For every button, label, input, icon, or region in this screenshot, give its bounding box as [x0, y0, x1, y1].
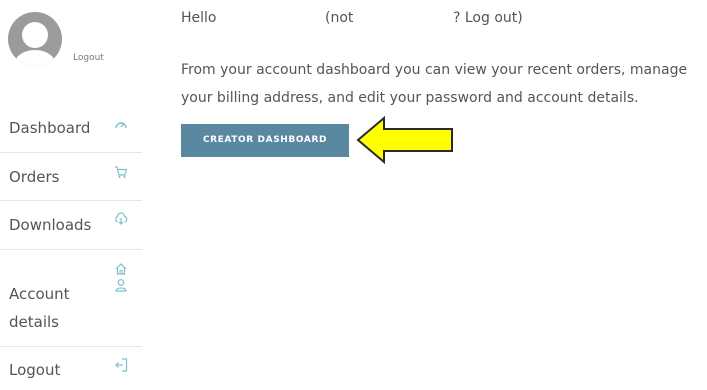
- sidebar-item-logout[interactable]: Logout: [0, 346, 142, 390]
- avatar-logout-link[interactable]: Logout: [73, 53, 104, 63]
- dashboard-intro-text: From your account dashboard you can view…: [181, 62, 688, 106]
- greeting-logout-link[interactable]: ? Log out): [453, 10, 523, 26]
- greeting-hello: Hello: [181, 10, 217, 26]
- user-icon: [114, 278, 128, 292]
- sidebar-item-label: Account: [9, 285, 70, 303]
- cart-icon: [114, 165, 128, 179]
- sidebar-item-label-line2: details: [9, 313, 59, 331]
- home-icon: [114, 262, 128, 276]
- sidebar-item-label: Downloads: [9, 216, 92, 234]
- avatar-head: [22, 22, 48, 48]
- sidebar-item-dashboard[interactable]: Dashboard: [0, 104, 142, 152]
- sidebar-item-label: Dashboard: [9, 119, 91, 137]
- sidebar-item-label: Logout: [9, 361, 61, 379]
- account-navigation: Dashboard Orders Downloads Account detai…: [0, 104, 142, 390]
- cloud-download-icon: [114, 212, 128, 226]
- avatar-body: [14, 50, 56, 66]
- sidebar-item-label: Orders: [9, 168, 60, 186]
- sidebar-item-account-details[interactable]: Account details: [0, 249, 142, 346]
- logout-icon: [114, 358, 128, 372]
- my-account-page: Logout Dashboard Orders Downloads Accoun…: [0, 0, 707, 390]
- greeting-not: (not: [325, 10, 354, 26]
- annotation-arrow-icon: [356, 116, 453, 164]
- creator-dashboard-button[interactable]: CREATOR DASHBOARD: [181, 124, 349, 157]
- sidebar-item-orders[interactable]: Orders: [0, 152, 142, 200]
- sidebar-item-downloads[interactable]: Downloads: [0, 200, 142, 249]
- dashboard-icon: [114, 118, 128, 132]
- avatar: [8, 12, 62, 66]
